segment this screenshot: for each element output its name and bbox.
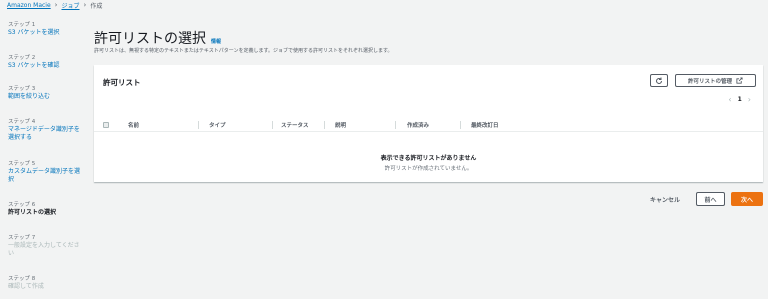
column-last-modified[interactable]: 最終改訂日 xyxy=(471,121,499,129)
step-number: ステップ 1 xyxy=(8,22,36,28)
step-number: ステップ 8 xyxy=(8,276,36,282)
panel-title: 許可リスト xyxy=(103,78,141,87)
breadcrumb-current: 作成 xyxy=(90,2,103,10)
step-2-link[interactable]: S3 バケットを確認 xyxy=(8,62,88,70)
step-6: ステップ 6 許可リストの選択 xyxy=(8,202,88,217)
step-4-link[interactable]: マネージドデータ識別子を 選択する xyxy=(8,126,88,142)
step-5-line-2: 択 xyxy=(8,176,15,183)
step-4-line-2: 選択する xyxy=(8,134,33,141)
step-7: ステップ 7 一般設定を入力してくださ い xyxy=(8,235,88,258)
page-number[interactable]: 1 xyxy=(738,96,742,103)
step-8: ステップ 8 確認して作成 xyxy=(8,276,88,291)
step-7-line-1: 一般設定を入力してくださ xyxy=(8,242,80,249)
refresh-button[interactable] xyxy=(650,74,668,87)
breadcrumb-jobs[interactable]: ジョブ xyxy=(61,1,79,10)
info-link[interactable]: 情報 xyxy=(211,38,221,45)
step-1-link[interactable]: S3 バケットを選択 xyxy=(8,29,88,37)
column-divider xyxy=(272,121,273,129)
empty-state-subtitle: 許可リストが作成されていません。 xyxy=(384,166,473,172)
refresh-icon xyxy=(656,77,662,84)
step-3: ステップ 3 範囲を絞り込む xyxy=(8,86,88,101)
step-number: ステップ 4 xyxy=(8,119,36,125)
step-3-link[interactable]: 範囲を絞り込む xyxy=(8,93,88,101)
step-5-line-1: カスタムデータ識別子を選 xyxy=(8,168,81,175)
next-button[interactable]: 次へ xyxy=(731,192,763,206)
breadcrumb-amazon-macie[interactable]: Amazon Macie xyxy=(7,2,51,9)
step-number: ステップ 3 xyxy=(8,86,36,92)
page-description: 許可リストは、無視する特定のテキストまたはテキストパターンを定義します。ジョブで… xyxy=(94,48,393,54)
step-number: ステップ 2 xyxy=(8,55,36,61)
manage-allow-lists-label: 許可リストの管理 xyxy=(687,78,732,85)
column-divider xyxy=(324,121,325,129)
step-number: ステップ 6 xyxy=(8,202,36,208)
step-4-line-1: マネージドデータ識別子を xyxy=(8,126,80,133)
chevron-right-icon: › xyxy=(83,1,87,9)
step-number: ステップ 7 xyxy=(8,235,36,241)
chevron-right-icon: › xyxy=(54,1,58,9)
previous-button[interactable]: 前へ xyxy=(696,192,725,206)
column-divider xyxy=(395,121,396,129)
chevron-left-icon[interactable]: ‹ xyxy=(728,95,731,104)
column-created[interactable]: 作成済み xyxy=(407,121,429,129)
step-7-line-2: い xyxy=(8,250,15,257)
external-link-icon xyxy=(736,77,743,84)
cancel-button[interactable]: キャンセル xyxy=(650,195,680,204)
select-all-checkbox[interactable] xyxy=(103,122,109,128)
table-header: 名前 タイプ ステータス 説明 作成済み 最終改訂日 xyxy=(94,118,763,132)
chevron-right-icon[interactable]: › xyxy=(748,95,751,104)
breadcrumb: Amazon Macie › ジョブ › 作成 xyxy=(7,0,102,10)
page-title: 許可リストの選択 xyxy=(94,31,206,47)
step-5-link[interactable]: カスタムデータ識別子を選 択 xyxy=(8,168,88,184)
empty-state-title: 表示できる許可リストがありません xyxy=(380,155,477,162)
step-1: ステップ 1 S3 バケットを選択 xyxy=(8,22,88,37)
step-number: ステップ 5 xyxy=(8,161,36,167)
pagination: ‹ 1 › xyxy=(728,95,751,104)
column-divider xyxy=(460,121,461,129)
page-header: 許可リストの選択 情報 xyxy=(94,28,221,48)
step-5: ステップ 5 カスタムデータ識別子を選 択 xyxy=(8,161,88,184)
step-6-label: 許可リストの選択 xyxy=(8,209,57,216)
column-type[interactable]: タイプ xyxy=(209,121,226,129)
allow-list-panel: 許可リスト 許可リストの管理 ‹ 1 › 名前 タイプ ステータス 説明 作成済… xyxy=(94,65,763,182)
step-8-label: 確認して作成 xyxy=(8,283,44,290)
column-name[interactable]: 名前 xyxy=(128,121,139,129)
column-status[interactable]: ステータス xyxy=(281,121,309,129)
column-divider xyxy=(198,121,199,129)
step-2: ステップ 2 S3 バケットを確認 xyxy=(8,55,88,70)
manage-allow-lists-button[interactable]: 許可リストの管理 xyxy=(675,74,756,87)
column-description[interactable]: 説明 xyxy=(335,121,346,129)
step-7-label: 一般設定を入力してくださ い xyxy=(8,242,88,258)
step-4: ステップ 4 マネージドデータ識別子を 選択する xyxy=(8,119,88,142)
